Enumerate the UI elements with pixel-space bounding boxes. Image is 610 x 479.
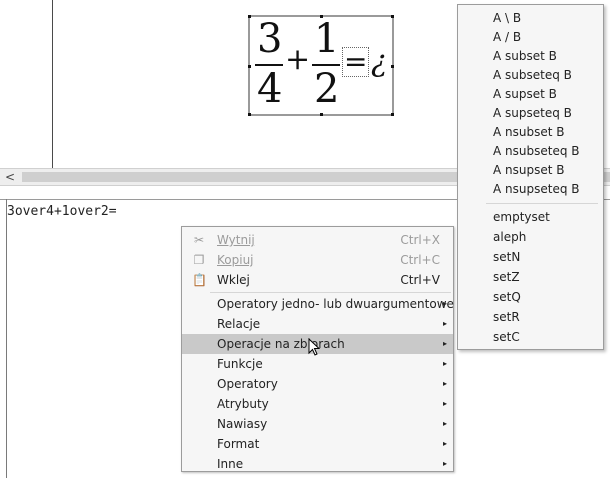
scissors-icon: ✂ [193, 233, 205, 247]
submenu-item-setC[interactable]: setC [458, 327, 603, 347]
menu-item-label: Format [217, 437, 260, 451]
menu-item-label: Atrybuty [217, 397, 269, 411]
menu-item-operators[interactable]: Operatory ▸ [182, 374, 453, 394]
menu-item-label: Nawiasy [217, 417, 268, 431]
submenu-arrow-icon: ▸ [442, 319, 447, 328]
submenu-item-label: A nsubseteq B [493, 144, 580, 158]
submenu-item-label: A supseteq B [493, 106, 572, 120]
menu-item-label: Operacje na zbiorach [217, 337, 345, 351]
submenu-item-nsubseteq[interactable]: A nsubseteq B [458, 141, 603, 161]
submenu-item-setZ[interactable]: setZ [458, 267, 603, 287]
set-operations-submenu: A \ B A / B A subset B A subseteq B A su… [457, 4, 604, 350]
submenu-item-slash[interactable]: A / B [458, 27, 603, 47]
resize-handle[interactable] [391, 15, 394, 18]
menu-item-copy[interactable]: ❐ Kopiuj Ctrl+C [182, 250, 453, 270]
menu-item-label: Wklej [217, 273, 250, 287]
menu-item-shortcut: Ctrl+X [400, 233, 440, 247]
menu-item-paste[interactable]: 📋 Wklej Ctrl+V [182, 270, 453, 290]
submenu-item-label: setZ [493, 270, 520, 284]
submenu-item-nsupseteq[interactable]: A nsupseteq B [458, 179, 603, 199]
submenu-item-setN[interactable]: setN [458, 247, 603, 267]
paste-icon: 📋 [192, 273, 207, 287]
equals-sign: = [342, 45, 370, 78]
menu-item-label: Inne [217, 457, 244, 471]
menu-item-shortcut: Ctrl+V [400, 273, 440, 287]
submenu-item-label: setR [493, 310, 520, 324]
menu-item-shortcut: Ctrl+C [400, 253, 440, 267]
submenu-item-emptyset[interactable]: emptyset [458, 207, 603, 227]
menu-item-attributes[interactable]: Atrybuty ▸ [182, 394, 453, 414]
submenu-arrow-icon: ▸ [442, 359, 447, 368]
submenu-item-label: setQ [493, 290, 521, 304]
submenu-item-nsubset[interactable]: A nsubset B [458, 122, 603, 142]
formula-command-text[interactable]: 3over4+1over2= [7, 204, 117, 219]
menu-item-unary-binary-operators[interactable]: Operatory jedno- lub dwuargumentowe ▸ [182, 294, 454, 314]
mouse-pointer-icon [308, 338, 321, 356]
submenu-item-label: A nsupset B [493, 163, 565, 177]
menu-item-label: Relacje [217, 317, 261, 331]
submenu-item-label: A / B [493, 30, 522, 44]
submenu-arrow-icon: ▸ [442, 299, 447, 308]
formula-object[interactable]: 3 4 + 1 2 = ¿ [248, 15, 394, 116]
menu-item-label: Wytnij [217, 233, 255, 247]
resize-handle[interactable] [248, 113, 251, 116]
submenu-arrow-icon: ▸ [442, 379, 447, 388]
submenu-arrow-icon: ▸ [442, 459, 447, 468]
submenu-item-label: A supset B [493, 87, 557, 101]
menu-item-label: Operatory jedno- lub dwuargumentowe [217, 297, 454, 311]
submenu-arrow-icon: ▸ [442, 419, 447, 428]
submenu-item-label: A subset B [493, 49, 557, 63]
submenu-arrow-icon: ▸ [442, 399, 447, 408]
resize-handle[interactable] [391, 65, 394, 68]
placeholder-symbol: ¿ [371, 44, 388, 79]
submenu-item-label: A \ B [493, 11, 522, 25]
menu-item-label: Kopiuj [217, 253, 254, 267]
menu-item-others[interactable]: Inne ▸ [182, 454, 453, 474]
editor-margin-line [6, 199, 7, 478]
submenu-item-label: A nsupseteq B [493, 182, 580, 196]
submenu-arrow-icon: ▸ [442, 439, 447, 448]
submenu-item-aleph[interactable]: aleph [458, 227, 603, 247]
menu-item-format[interactable]: Format ▸ [182, 434, 453, 454]
submenu-item-label: aleph [493, 230, 527, 244]
submenu-item-supseteq[interactable]: A supseteq B [458, 103, 603, 123]
menu-separator [486, 203, 598, 204]
submenu-item-nsupset[interactable]: A nsupset B [458, 160, 603, 180]
submenu-item-subset[interactable]: A subset B [458, 46, 603, 66]
fraction-numerator: 1 [314, 16, 340, 62]
resize-handle[interactable] [248, 15, 251, 18]
submenu-arrow-icon: ▸ [442, 339, 447, 348]
menu-separator [210, 292, 451, 293]
page-margin-line [52, 0, 53, 168]
submenu-item-setQ[interactable]: setQ [458, 287, 603, 307]
resize-handle[interactable] [391, 113, 394, 116]
submenu-item-label: A subseteq B [493, 68, 572, 82]
menu-item-cut[interactable]: ✂ Wytnij Ctrl+X [182, 230, 453, 250]
fraction-denominator: 2 [314, 66, 340, 112]
submenu-item-label: A nsubset B [493, 125, 565, 139]
submenu-item-label: setN [493, 250, 521, 264]
submenu-item-subseteq[interactable]: A subseteq B [458, 65, 603, 85]
submenu-item-setR[interactable]: setR [458, 307, 603, 327]
menu-item-label: Operatory [217, 377, 278, 391]
resize-handle[interactable] [248, 65, 251, 68]
submenu-item-supset[interactable]: A supset B [458, 84, 603, 104]
fraction-denominator: 4 [257, 66, 283, 112]
submenu-item-label: setC [493, 330, 520, 344]
menu-item-label: Funkcje [217, 357, 263, 371]
copy-icon: ❐ [193, 253, 205, 267]
submenu-item-setminus[interactable]: A \ B [458, 8, 603, 28]
scroll-left-icon[interactable]: < [5, 169, 15, 185]
submenu-item-label: emptyset [493, 210, 550, 224]
resize-handle[interactable] [320, 113, 323, 116]
menu-item-brackets[interactable]: Nawiasy ▸ [182, 414, 453, 434]
menu-item-relations[interactable]: Relacje ▸ [182, 314, 453, 334]
fraction-numerator: 3 [257, 16, 283, 62]
plus-sign: + [285, 42, 311, 77]
